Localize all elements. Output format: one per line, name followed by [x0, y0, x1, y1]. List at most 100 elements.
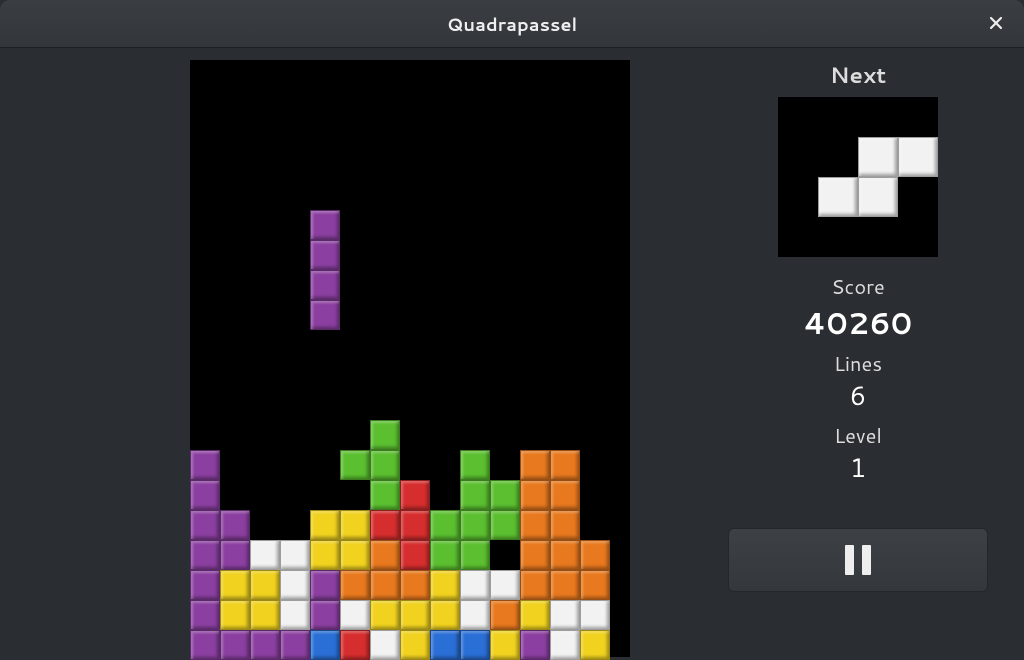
- block-white: [550, 600, 580, 630]
- block-blue: [460, 630, 490, 660]
- score-value: 40260: [804, 301, 912, 344]
- pause-icon: [845, 545, 871, 575]
- block-purple: [220, 540, 250, 570]
- block-orange: [520, 540, 550, 570]
- block-orange: [550, 450, 580, 480]
- block-red: [400, 510, 430, 540]
- block-blue: [310, 630, 340, 660]
- block-purple: [190, 540, 220, 570]
- block-white: [340, 600, 370, 630]
- block-yellow: [430, 570, 460, 600]
- close-icon: [988, 10, 1004, 38]
- block-yellow: [580, 630, 610, 660]
- block-orange: [490, 600, 520, 630]
- content-area: Next Score 40260 Lines 6 Level 1: [0, 48, 1024, 657]
- close-button[interactable]: [982, 10, 1010, 38]
- block-white: [460, 600, 490, 630]
- sidebar: Next Score 40260 Lines 6 Level 1: [692, 48, 1024, 657]
- block-yellow: [370, 600, 400, 630]
- block-white: [280, 600, 310, 630]
- block-yellow: [220, 570, 250, 600]
- titlebar: Quadrapassel: [0, 0, 1024, 48]
- block-orange: [550, 540, 580, 570]
- block-purple: [190, 480, 220, 510]
- block-yellow: [490, 630, 520, 660]
- block-white: [280, 570, 310, 600]
- next-piece-preview: [778, 97, 938, 257]
- block-white: [818, 177, 858, 217]
- block-green: [460, 480, 490, 510]
- score-label: Score: [831, 273, 884, 301]
- block-green: [370, 420, 400, 450]
- block-yellow: [310, 510, 340, 540]
- level-label: Level: [834, 422, 882, 450]
- lines-label: Lines: [834, 350, 882, 378]
- block-purple: [220, 630, 250, 660]
- block-orange: [580, 540, 610, 570]
- block-green: [430, 510, 460, 540]
- block-yellow: [400, 630, 430, 660]
- block-yellow: [520, 600, 550, 630]
- block-orange: [580, 570, 610, 600]
- playfield[interactable]: [190, 60, 630, 657]
- block-purple: [520, 630, 550, 660]
- block-orange: [550, 510, 580, 540]
- lines-value: 6: [850, 378, 867, 414]
- left-margin: [0, 48, 128, 657]
- block-yellow: [250, 600, 280, 630]
- block-purple: [310, 210, 340, 240]
- block-purple: [190, 600, 220, 630]
- block-white: [898, 137, 938, 177]
- block-white: [250, 540, 280, 570]
- block-orange: [520, 510, 550, 540]
- block-white: [550, 630, 580, 660]
- block-yellow: [340, 510, 370, 540]
- block-purple: [310, 600, 340, 630]
- block-green: [430, 540, 460, 570]
- block-yellow: [220, 600, 250, 630]
- block-purple: [310, 270, 340, 300]
- block-purple: [190, 630, 220, 660]
- block-purple: [190, 570, 220, 600]
- block-green: [490, 510, 520, 540]
- block-white: [580, 600, 610, 630]
- block-white: [858, 137, 898, 177]
- window-title: Quadrapassel: [447, 11, 577, 37]
- block-white: [490, 570, 520, 600]
- block-orange: [550, 480, 580, 510]
- block-purple: [250, 630, 280, 660]
- block-white: [370, 630, 400, 660]
- block-green: [460, 510, 490, 540]
- block-orange: [520, 450, 550, 480]
- block-yellow: [310, 540, 340, 570]
- block-green: [460, 540, 490, 570]
- block-orange: [400, 570, 430, 600]
- block-purple: [220, 510, 250, 540]
- block-yellow: [400, 600, 430, 630]
- block-green: [370, 480, 400, 510]
- block-orange: [550, 570, 580, 600]
- next-label: Next: [830, 60, 886, 91]
- block-orange: [520, 480, 550, 510]
- block-green: [370, 450, 400, 480]
- block-orange: [370, 540, 400, 570]
- level-value: 1: [850, 450, 867, 486]
- block-purple: [310, 240, 340, 270]
- block-purple: [190, 450, 220, 480]
- playfield-container: [128, 48, 692, 657]
- block-green: [340, 450, 370, 480]
- block-white: [460, 570, 490, 600]
- block-purple: [310, 300, 340, 330]
- block-red: [340, 630, 370, 660]
- block-yellow: [250, 570, 280, 600]
- block-purple: [310, 570, 340, 600]
- block-orange: [370, 570, 400, 600]
- pause-button[interactable]: [728, 528, 988, 592]
- block-purple: [190, 510, 220, 540]
- block-white: [280, 540, 310, 570]
- block-yellow: [340, 540, 370, 570]
- block-purple: [280, 630, 310, 660]
- block-red: [400, 480, 430, 510]
- block-white: [858, 177, 898, 217]
- block-orange: [520, 570, 550, 600]
